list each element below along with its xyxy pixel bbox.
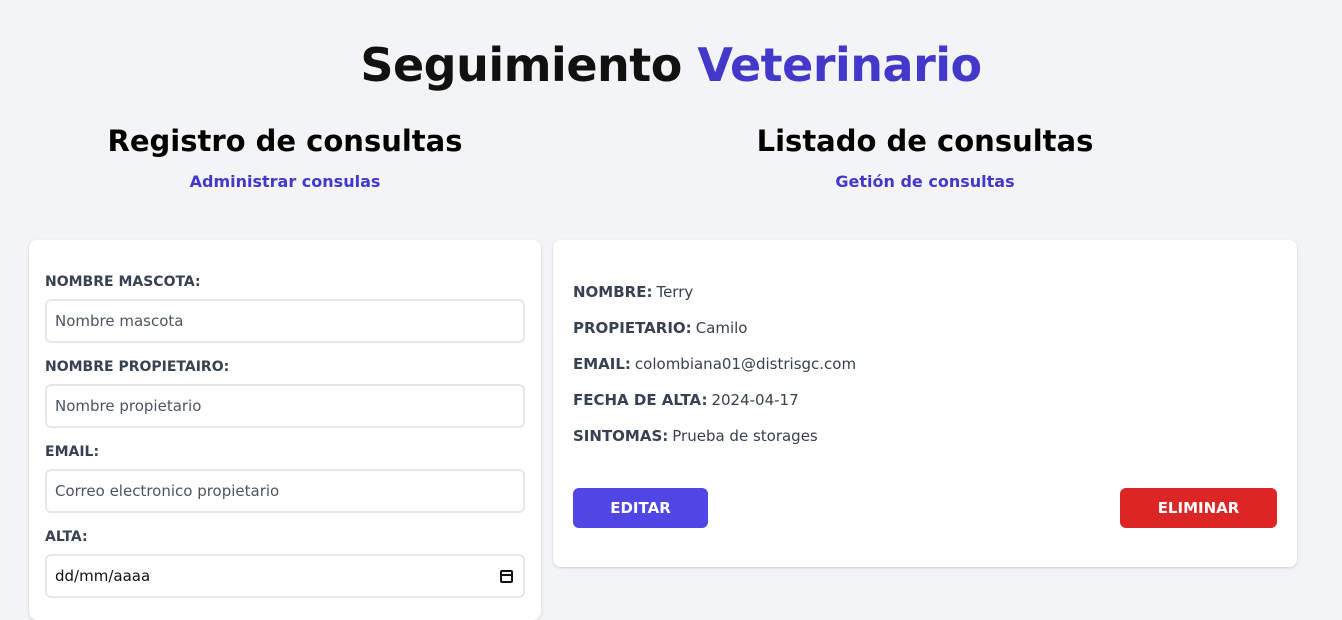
- nombre-key: Nombre:: [573, 283, 653, 301]
- page-title: Seguimiento Veterinario: [0, 38, 1342, 92]
- alta-date-input[interactable]: dd/mm/aaaa: [45, 554, 525, 598]
- alta-label: Alta:: [45, 529, 88, 545]
- mascota-input[interactable]: [45, 299, 525, 343]
- alta-date-value: dd/mm/aaaa: [55, 567, 151, 585]
- consulta-propietario: Propietario: Camilo: [573, 318, 1277, 339]
- consulta-card: Nombre: Terry Propietario: Camilo Email: co…: [553, 240, 1297, 567]
- nombre-value: Terry: [656, 283, 694, 301]
- email-value: colombiana01@distrisgc.com: [634, 355, 857, 373]
- consulta-sintomas: Sintomas: Prueba de storages: [573, 426, 1277, 447]
- fecha-key: Fecha de alta:: [573, 391, 708, 409]
- consulta-nombre: Nombre: Terry: [573, 282, 1277, 303]
- mascota-label: Nombre Mascota:: [45, 274, 201, 290]
- consulta-email: Email: colombiana01@distrisgc.com: [573, 354, 1277, 375]
- page-title-accent: Veterinario: [697, 38, 982, 92]
- delete-button[interactable]: Eliminar: [1120, 488, 1277, 528]
- email-label: Email:: [45, 444, 100, 460]
- registro-form: Nombre Mascota: Nombre Propietairo: Emai…: [29, 240, 541, 620]
- registro-title: Registro de consultas: [107, 124, 463, 158]
- email-key: Email:: [573, 355, 631, 373]
- listado-header: Listado de consultas Getión de consultas: [553, 124, 1297, 191]
- sintomas-key: Sintomas:: [573, 427, 669, 445]
- propietario-value: Camilo: [695, 319, 748, 337]
- sintomas-value: Prueba de storages: [672, 427, 818, 445]
- listado-title: Listado de consultas: [756, 124, 1094, 158]
- consulta-fecha: Fecha de alta: 2024-04-17: [573, 390, 1277, 411]
- registro-subtitle: Administrar consulas: [189, 172, 381, 191]
- fecha-value: 2024-04-17: [711, 391, 799, 409]
- propietario-key: Propietario:: [573, 319, 692, 337]
- edit-button[interactable]: Editar: [573, 488, 708, 528]
- propietario-input[interactable]: [45, 384, 525, 428]
- email-input[interactable]: [45, 469, 525, 513]
- propietario-label: Nombre Propietairo:: [45, 359, 230, 375]
- listado-subtitle: Getión de consultas: [835, 172, 1015, 191]
- page-title-main: Seguimiento: [360, 38, 682, 92]
- calendar-icon[interactable]: [500, 569, 513, 583]
- registro-header: Registro de consultas Administrar consul…: [29, 124, 541, 191]
